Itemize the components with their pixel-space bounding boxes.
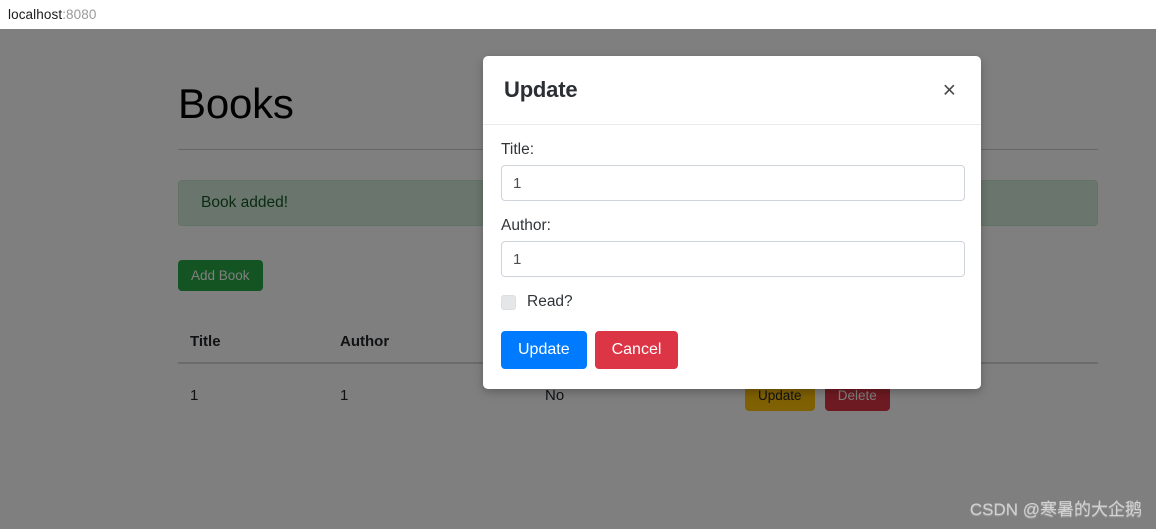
- update-book-modal: Update × Title: Author: Read? Update Can…: [483, 56, 981, 389]
- modal-title: Update: [504, 77, 578, 102]
- author-input[interactable]: [501, 241, 965, 277]
- browser-viewport: Books Book added! Add Book Title Author: [0, 29, 1156, 529]
- close-icon[interactable]: ×: [937, 78, 962, 103]
- title-field-label: Title:: [501, 141, 535, 158]
- author-field-group: Author:: [501, 217, 965, 277]
- browser-address-bar[interactable]: localhost:8080: [0, 0, 1156, 29]
- url-host: localhost: [8, 7, 63, 22]
- modal-cancel-button[interactable]: Cancel: [594, 331, 679, 369]
- url-port: :8080: [62, 7, 97, 22]
- address-bar-url: localhost:8080: [8, 7, 96, 22]
- title-input[interactable]: [501, 165, 965, 201]
- read-checkbox-group: Read?: [501, 293, 963, 311]
- modal-actions: Update Cancel: [501, 331, 963, 369]
- author-field-label: Author:: [501, 217, 551, 234]
- read-checkbox[interactable]: [501, 294, 516, 310]
- modal-update-button[interactable]: Update: [501, 331, 587, 369]
- modal-header: Update ×: [483, 56, 981, 125]
- modal-body: Title: Author: Read? Update Cancel: [483, 125, 981, 389]
- title-field-group: Title:: [501, 141, 965, 201]
- read-checkbox-label[interactable]: Read?: [527, 293, 573, 311]
